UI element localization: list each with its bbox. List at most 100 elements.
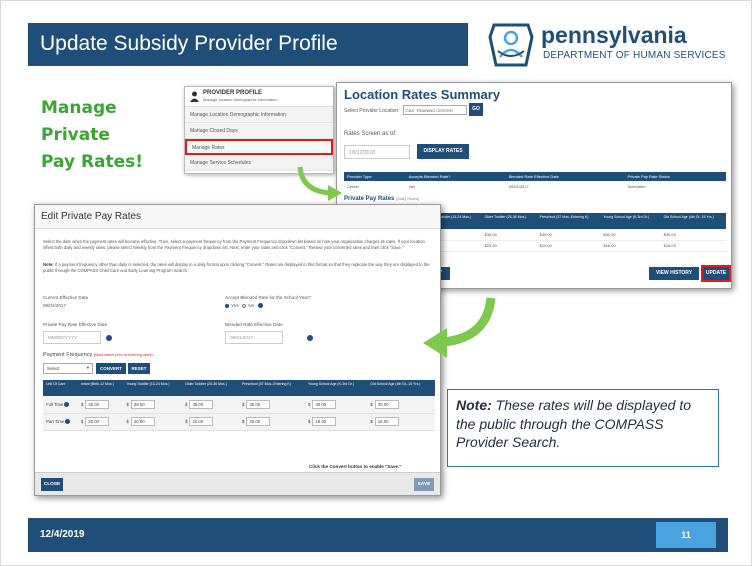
convert-hint: Click the Convert button to enable "Save… [309, 464, 402, 469]
reset-button[interactable]: RESET [128, 363, 150, 374]
menu-item-location-demographics[interactable]: Manage Location Demographic Information [185, 107, 333, 123]
profile-subtitle: Manage location demographic information [203, 97, 278, 102]
logo-name: pennsylvania [541, 22, 687, 48]
edit-dialog-title: Edit Private Pay Rates [35, 205, 440, 229]
current-effective-date-value: 09/01/2017 [43, 303, 66, 308]
rates-date-input[interactable]: 09/12/2018 [344, 145, 410, 159]
rate-input[interactable]: 20.00 [130, 417, 155, 426]
table-cell: 09/01/2017 [508, 183, 529, 189]
rate-input[interactable]: 18.00 [312, 417, 337, 426]
heading-line: Manage [41, 98, 117, 118]
footer-bar: 12/4/2019 11 [28, 518, 728, 552]
menu-item-manage-rates[interactable]: Manage Rates [185, 139, 333, 155]
view-history-button[interactable]: VIEW HISTORY [649, 267, 699, 280]
rate-input[interactable]: 18.00 [374, 417, 399, 426]
table-row: $20.00 $20.00 $20.00 $18.00 $18.00 [425, 240, 726, 252]
provider-profile-menu: PROVIDER PROFILE Manage location demogra… [184, 86, 334, 174]
rate-input[interactable]: 30.00 [374, 399, 399, 409]
provider-location-select[interactable]: CAIT TRAINING CENTER [403, 105, 467, 115]
person-icon [190, 91, 199, 102]
blended-rate-date-label: Blended Rate Effective Date [225, 322, 283, 327]
ppr-note: (Daily Rates) [396, 196, 420, 201]
rate-cell: $20.00 [77, 413, 124, 431]
current-effective-date-label: Current Effective Date [43, 295, 89, 300]
profile-title: PROVIDER PROFILE [203, 90, 263, 96]
info-icon[interactable] [64, 401, 70, 407]
table-cell: $35.00 [536, 229, 601, 241]
edit-note: Note: If a payment frequency other than … [43, 262, 435, 274]
slide: Update Subsidy Provider Profile pennsylv… [0, 0, 752, 566]
info-icon[interactable] [65, 419, 71, 425]
note-text: These rates will be displayed to the pub… [456, 397, 691, 450]
info-icon[interactable] [106, 335, 112, 341]
table-header: Young School Age (K-3rd Gr.) [304, 380, 368, 396]
unit-cell: Full Time [43, 396, 78, 414]
rate-cell: $35.00 [182, 396, 240, 414]
info-icon[interactable] [307, 335, 313, 341]
close-button[interactable]: CLOSE [41, 478, 63, 491]
display-rates-button[interactable]: DISPLAY RATES [417, 144, 469, 159]
table-row: Center Yes 09/01/2017 Submitted [344, 181, 726, 191]
payment-frequency-select[interactable]: Select [43, 363, 93, 374]
yes-radio[interactable] [225, 303, 229, 308]
rate-entry-table: Unit Of Care Infant (Birth-12 Mos.) Youn… [43, 380, 435, 431]
rate-input[interactable]: 35.00 [85, 399, 110, 409]
table-row: Full Time $35.00 $35.00 $35.00 $35.00 $3… [43, 396, 435, 414]
provider-location-label: Select Provider Location: [344, 108, 400, 114]
table-header: Blended Rate Effective Date [505, 172, 625, 181]
table-header: Older Toddler (25-36 Mos.) [481, 213, 537, 229]
rate-cell: $18.00 [367, 413, 435, 431]
footer-date: 12/4/2019 [40, 529, 85, 540]
profile-header: PROVIDER PROFILE Manage location demogra… [185, 87, 333, 107]
no-radio[interactable] [242, 303, 247, 308]
table-cell: $20.00 [481, 240, 537, 252]
rate-cell: $30.00 [367, 396, 435, 414]
table-header: Preschool (37 Mos.-Entering K) [239, 380, 305, 396]
edit-private-pay-rates-dialog: Edit Private Pay Rates Select the date w… [34, 204, 441, 496]
table-cell: $18.00 [600, 240, 661, 252]
ppr-effective-date-input[interactable]: MM/DD/YYYY [43, 331, 101, 344]
table-cell: Submitted [627, 183, 646, 189]
save-button[interactable]: SAVE [414, 478, 434, 491]
rate-input[interactable]: 20.00 [85, 417, 110, 426]
table-cell: $30.00 [660, 229, 726, 241]
yes-label: Yes [231, 303, 239, 308]
convert-button[interactable]: CONVERT [96, 363, 126, 374]
logo-department: DEPARTMENT OF HUMAN SERVICES [543, 50, 726, 61]
rate-input[interactable]: 35.00 [130, 399, 155, 409]
rate-input[interactable]: 35.00 [246, 399, 271, 409]
rate-input[interactable]: 30.00 [312, 399, 337, 409]
summary-title: Location Rates Summary [344, 87, 501, 102]
update-button[interactable]: UPDATE [701, 265, 731, 282]
rate-input[interactable]: 35.00 [189, 399, 214, 409]
rate-cell: $20.00 [239, 413, 305, 431]
ppr-title: Private Pay Rates [344, 196, 395, 202]
rate-input[interactable]: 20.00 [189, 417, 214, 426]
blended-rate-date-input[interactable]: 09/01/2017 [225, 331, 283, 344]
accept-blended-rate-radios: Yes No [225, 303, 263, 309]
unit-label: Full Time [46, 401, 64, 407]
table-header: Provider Type [344, 172, 406, 181]
table-cell: $35.00 [481, 229, 537, 241]
table-header: Young School Age (K-3rd Gr.) [600, 213, 661, 229]
curved-arrow-icon [423, 297, 496, 358]
table-header: Unit Of Care [43, 380, 78, 396]
table-cell: $18.00 [660, 240, 726, 252]
rates-as-of-label: Rates Screen as of: [344, 131, 397, 137]
pa-dhs-logo: pennsylvania DEPARTMENT OF HUMAN SERVICE… [488, 20, 738, 68]
private-pay-rates-table: Young Toddler (13-24 Mos.) Older Toddler… [425, 213, 726, 252]
rate-cell: $20.00 [123, 413, 183, 431]
rate-input[interactable]: 20.00 [246, 417, 271, 426]
table-header: Older Toddler (25-36 Mos.) [182, 380, 240, 396]
table-header: Private Pay Rate Status [624, 172, 726, 181]
dialog-footer: CLOSE SAVE [35, 472, 440, 495]
rate-cell: $35.00 [123, 396, 183, 414]
menu-item-closed-days[interactable]: Manage Closed Days [185, 123, 333, 139]
note-callout: Note: These rates will be displayed to t… [447, 389, 719, 467]
accept-blended-rate-label: Accept Blended Rate for the School Year? [225, 295, 311, 300]
go-button[interactable]: GO [469, 103, 483, 116]
payment-frequency-label: Payment Frequency (Must select prior to … [43, 352, 153, 358]
slide-title: Update Subsidy Provider Profile [28, 23, 468, 66]
info-icon[interactable] [257, 303, 263, 309]
heading-line: Pay Rates! [41, 152, 144, 172]
